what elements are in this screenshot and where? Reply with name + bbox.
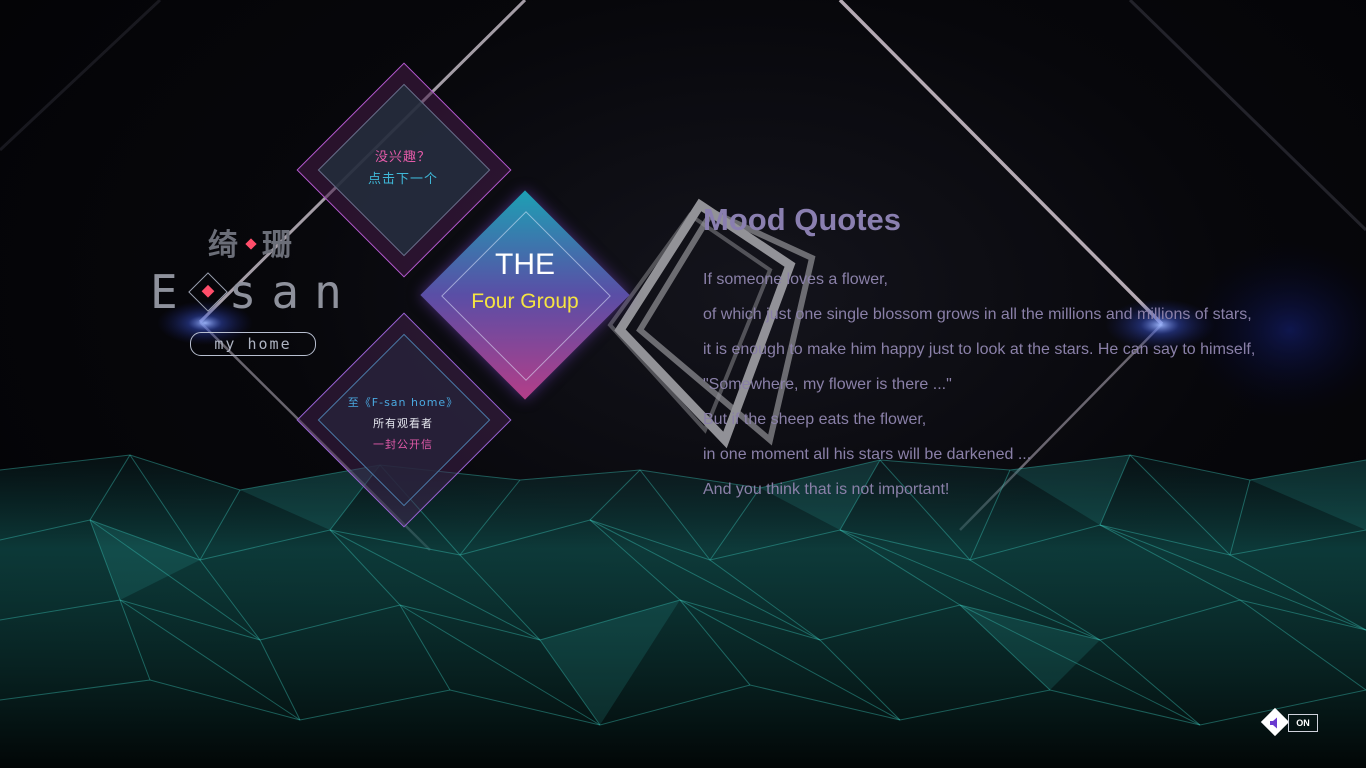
logo-dot-icon bbox=[245, 238, 257, 250]
sound-status-label: ON bbox=[1288, 714, 1318, 732]
logo-english-first: E bbox=[150, 265, 193, 319]
quote-line: "Somewhere, my flower is there ..." bbox=[703, 376, 952, 393]
quote-line: But if the sheep eats the flower, bbox=[703, 411, 927, 428]
speaker-icon bbox=[1270, 717, 1277, 729]
mood-quotes-panel: Mood Quotes If someone loves a flower, o… bbox=[703, 200, 1343, 507]
quote-line: of which just one single blossom grows i… bbox=[703, 306, 1252, 323]
sound-toggle[interactable]: ON bbox=[1260, 707, 1318, 737]
quote-line: If someone loves a flower, bbox=[703, 271, 888, 288]
open-letter-line3: 一封公开信 bbox=[373, 438, 433, 451]
logo-chinese: 绮珊 bbox=[208, 220, 294, 264]
quote-line: in one moment all his stars will be dark… bbox=[703, 446, 1032, 463]
open-letter-tile[interactable]: 至《F-san home》 所有观看者 一封公开信 bbox=[296, 312, 512, 528]
four-group-subtitle: Four Group bbox=[471, 290, 579, 313]
logo-chinese-right: 珊 bbox=[262, 228, 294, 263]
next-tile-line1: 没兴趣？ bbox=[374, 150, 431, 165]
open-letter-line1: 至《F-san home》 bbox=[347, 396, 459, 409]
quote-line: it is enough to make him happy just to l… bbox=[703, 341, 1256, 358]
open-letter-line2: 所有观看者 bbox=[373, 417, 433, 430]
quote-line: And you think that is not important! bbox=[703, 481, 950, 498]
frame-line-far-right bbox=[1128, 0, 1366, 232]
logo-chinese-left: 绮 bbox=[208, 228, 240, 263]
four-group-title: THE bbox=[495, 248, 555, 281]
page-stage: 绮珊 Esan my home 没兴趣？ 点击下一个 THE Four Grou… bbox=[0, 0, 1366, 768]
mood-quotes-title: Mood Quotes bbox=[703, 202, 902, 237]
next-tile-line2: 点击下一个 bbox=[367, 172, 438, 187]
frame-line-far-left bbox=[0, 0, 162, 152]
